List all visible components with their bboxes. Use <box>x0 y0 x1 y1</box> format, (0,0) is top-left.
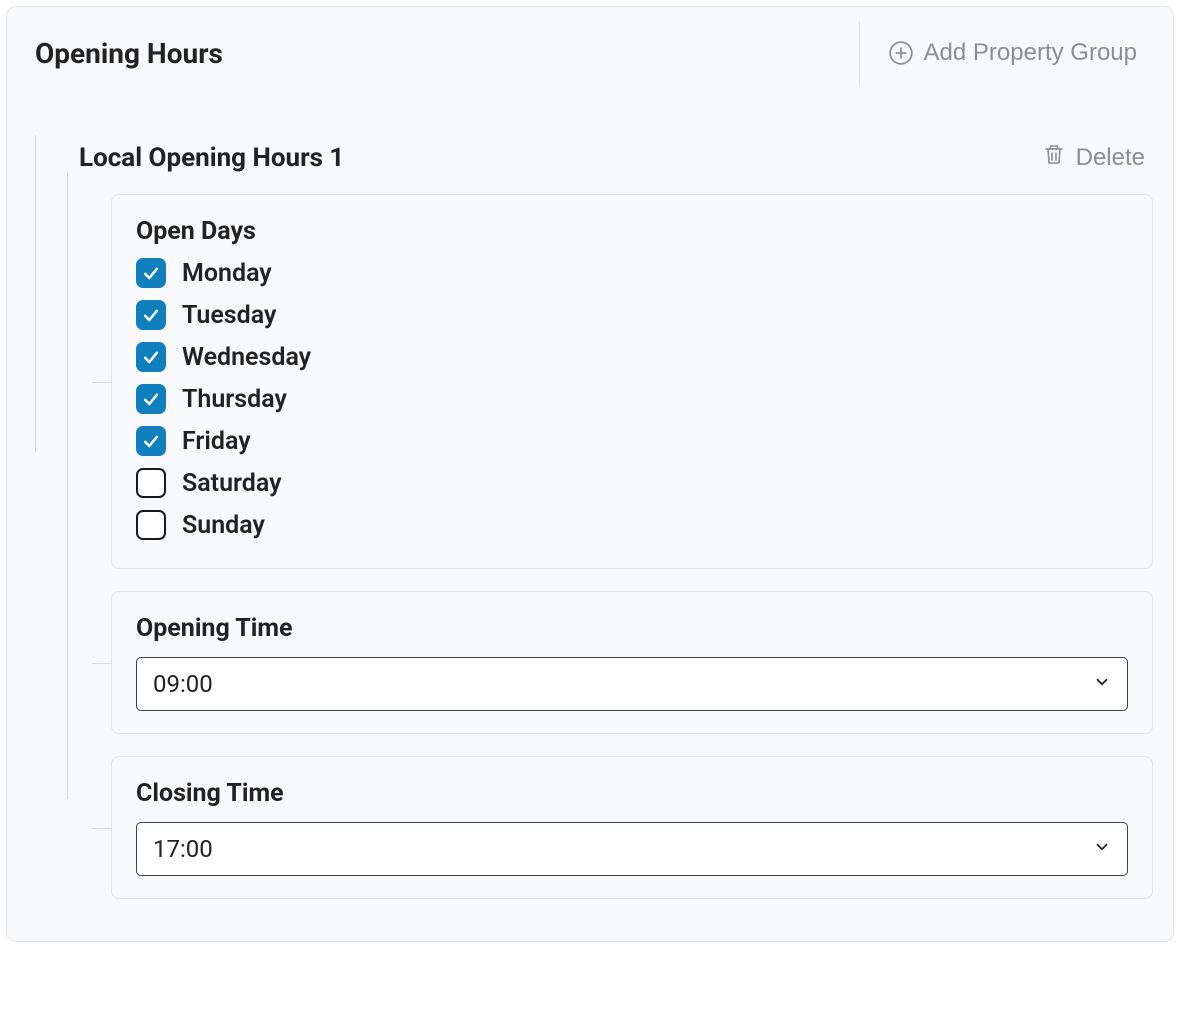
day-checkbox-monday[interactable] <box>136 258 166 288</box>
open-day-row: Wednesday <box>136 336 1128 378</box>
group-header: Local Opening Hours 1 <box>75 125 1153 194</box>
property-group: Local Opening Hours 1 <box>51 125 1153 899</box>
closing-time-select[interactable]: 17:00 <box>136 822 1128 876</box>
day-label: Saturday <box>182 469 282 498</box>
opening-time-card: Opening Time 09:00 <box>111 591 1153 734</box>
open-days-card: Open Days Monday Tuesday Wednesday Thursday… <box>111 194 1153 569</box>
open-day-row: Thursday <box>136 378 1128 420</box>
day-label: Wednesday <box>182 343 311 372</box>
chevron-down-icon <box>1093 837 1111 861</box>
day-checkbox-saturday[interactable] <box>136 468 166 498</box>
panel-header: Opening Hours Add Property Group <box>7 7 1173 85</box>
opening-time-select[interactable]: 09:00 <box>136 657 1128 711</box>
day-checkbox-wednesday[interactable] <box>136 342 166 372</box>
day-label: Tuesday <box>182 301 276 330</box>
opening-time-label: Opening Time <box>136 614 1128 643</box>
open-days-list: Monday Tuesday Wednesday Thursday Friday Satu… <box>136 252 1128 546</box>
opening-time-value: 09:00 <box>153 670 213 698</box>
plus-circle-icon <box>888 40 914 66</box>
closing-time-label: Closing Time <box>136 779 1128 808</box>
group-title: Local Opening Hours 1 <box>79 143 344 173</box>
trash-icon <box>1042 141 1066 174</box>
closing-time-card: Closing Time 17:00 <box>111 756 1153 899</box>
open-day-row: Sunday <box>136 504 1128 546</box>
chevron-down-icon <box>1093 672 1111 696</box>
opening-hours-panel: Opening Hours Add Property Group Local O… <box>6 6 1174 942</box>
day-label: Sunday <box>182 511 265 540</box>
day-label: Monday <box>182 259 272 288</box>
open-day-row: Saturday <box>136 462 1128 504</box>
closing-time-value: 17:00 <box>153 835 213 863</box>
day-checkbox-thursday[interactable] <box>136 384 166 414</box>
open-days-label: Open Days <box>136 217 1128 246</box>
add-property-group-button[interactable]: Add Property Group <box>859 21 1145 85</box>
open-day-row: Tuesday <box>136 294 1128 336</box>
day-label: Thursday <box>182 385 287 414</box>
day-label: Friday <box>182 427 251 456</box>
add-property-group-label: Add Property Group <box>924 39 1137 67</box>
day-checkbox-sunday[interactable] <box>136 510 166 540</box>
day-checkbox-tuesday[interactable] <box>136 300 166 330</box>
open-day-row: Monday <box>136 252 1128 294</box>
delete-label: Delete <box>1076 144 1145 172</box>
open-day-row: Friday <box>136 420 1128 462</box>
day-checkbox-friday[interactable] <box>136 426 166 456</box>
delete-group-button[interactable]: Delete <box>1034 135 1153 180</box>
panel-title: Opening Hours <box>35 37 223 70</box>
